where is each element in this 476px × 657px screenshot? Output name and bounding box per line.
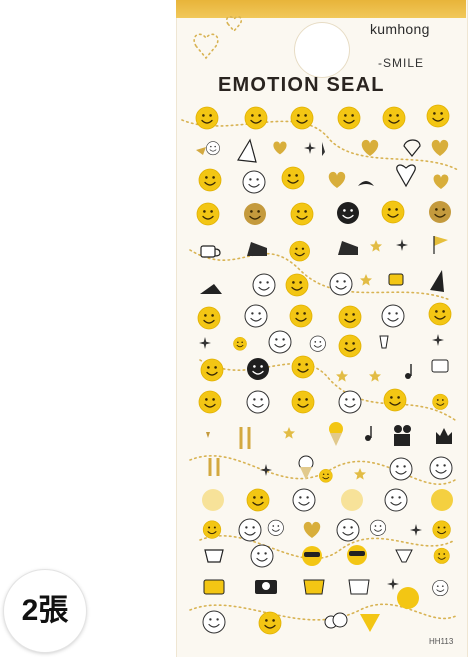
heart-icon xyxy=(273,141,287,155)
champagne-glass-icon xyxy=(379,335,389,349)
cake-slice-icon xyxy=(247,242,267,256)
bird-icon xyxy=(358,181,374,186)
cloud-icon xyxy=(324,612,348,629)
product-title: EMOTION SEAL xyxy=(218,74,385,96)
music-note-icon xyxy=(405,364,412,379)
smiley-face-icon xyxy=(195,106,219,130)
quantity-badge: 2張 xyxy=(4,570,86,652)
fork-and-spoon-icon xyxy=(239,427,251,449)
ice-cream-cone-icon xyxy=(329,422,343,446)
camera-icon xyxy=(255,580,277,594)
crown-icon xyxy=(436,428,452,444)
sunglasses-icon xyxy=(302,546,322,566)
clapperboard-icon xyxy=(394,425,411,446)
series-subtitle: -SMILE xyxy=(378,56,425,70)
product-code: HH113 xyxy=(429,637,454,646)
coffee-cup-icon xyxy=(200,245,221,258)
music-note-icon xyxy=(365,426,372,441)
quantity-badge-label: 2張 xyxy=(21,594,69,627)
shopping-bag-icon xyxy=(203,579,225,595)
party-hat-icon xyxy=(237,138,257,163)
hang-hole xyxy=(294,22,350,78)
sticker-artwork xyxy=(181,16,459,635)
flag-icon xyxy=(433,236,448,254)
brand-logo: kumhong xyxy=(370,21,430,37)
